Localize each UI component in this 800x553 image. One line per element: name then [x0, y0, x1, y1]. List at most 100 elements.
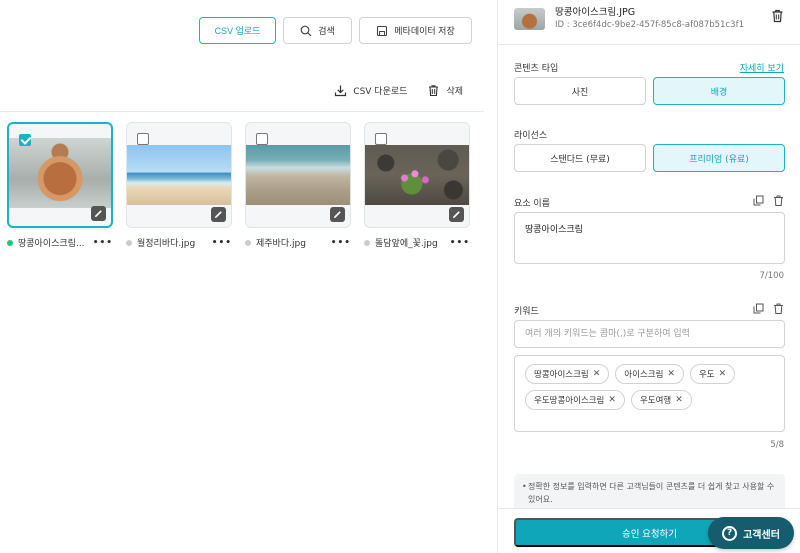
keyword-tag[interactable]: 땅콩아이스크림 ✕: [525, 364, 610, 384]
license-standard[interactable]: 스탠다드 (무료): [514, 144, 646, 172]
search-icon: [300, 25, 312, 36]
file-grid: 땅콩아이스크림... ••• 월정리바다.jpg ••• 제주바다.jpg ••…: [7, 122, 470, 249]
keyword-tag-label: 우도여행: [639, 396, 672, 406]
more-menu-button[interactable]: •••: [450, 238, 470, 248]
remove-tag-icon[interactable]: ✕: [719, 369, 727, 379]
remove-tag-icon[interactable]: ✕: [608, 395, 616, 405]
license-selector: 스탠다드 (무료) 프리미엄 (유료): [514, 144, 785, 172]
thumbnail-image: [365, 145, 469, 205]
search-button[interactable]: 검색: [283, 17, 352, 44]
pencil-icon: [215, 211, 222, 218]
edit-button[interactable]: [211, 207, 226, 222]
file-checkbox[interactable]: [137, 133, 149, 145]
more-menu-button[interactable]: •••: [93, 238, 113, 248]
content-type-photo[interactable]: 사진: [514, 77, 646, 105]
keyword-tag-label: 아이스크림: [624, 370, 664, 380]
keyword-label: 키워드: [514, 307, 539, 317]
pencil-icon: [95, 210, 102, 217]
file-meta: 월정리바다.jpg •••: [126, 236, 232, 249]
trash-icon[interactable]: [771, 9, 784, 23]
file-thumbnail[interactable]: [126, 122, 232, 228]
help-center-label: 고객센터: [743, 529, 780, 541]
status-dot: [126, 239, 132, 246]
keyword-tag[interactable]: 아이스크림 ✕: [615, 364, 684, 384]
status-dot: [7, 239, 13, 246]
file-header: 땅콩아이스크림.JPG ID : 3ce6f4dc-9be2-457f-85c8…: [514, 4, 784, 34]
pencil-icon: [334, 211, 341, 218]
csv-download-label: CSV 다운로드: [353, 87, 408, 97]
remove-tag-icon[interactable]: ✕: [593, 369, 601, 379]
element-name-field[interactable]: 땅콩아이스크림: [514, 212, 785, 264]
file-checkbox[interactable]: [256, 133, 268, 145]
thumbnail-image: [127, 145, 231, 205]
file-card[interactable]: 제주바다.jpg •••: [245, 122, 351, 249]
keyword-tag[interactable]: 우도 ✕: [689, 364, 736, 384]
file-checkbox[interactable]: [375, 133, 387, 145]
copy-icon[interactable]: [753, 303, 764, 314]
edit-button[interactable]: [330, 207, 345, 222]
detail-file-id: ID : 3ce6f4dc-9be2-457f-85c8-af087b51c3f…: [555, 20, 744, 30]
keyword-input[interactable]: [514, 320, 785, 348]
delete-selected-button[interactable]: 삭제: [427, 84, 463, 97]
content-type-selector: 사진 배경: [514, 77, 785, 105]
file-name: 월정리바다.jpg: [137, 239, 196, 249]
file-checkbox[interactable]: [19, 134, 31, 146]
save-metadata-label: 메타데이터 저장: [394, 26, 455, 36]
csv-upload-label: CSV 업로드: [214, 26, 261, 36]
keyword-tags: 땅콩아이스크림 ✕ 아이스크림 ✕ 우도 ✕ 우도땅콩아이스크림 ✕ 우도여행 ✕: [514, 355, 785, 432]
license-premium[interactable]: 프리미엄 (유료): [653, 144, 785, 172]
file-meta: 제주바다.jpg •••: [245, 236, 351, 249]
more-menu-button[interactable]: •••: [331, 238, 351, 248]
remove-tag-icon[interactable]: ✕: [675, 395, 683, 405]
csv-upload-button[interactable]: CSV 업로드: [199, 17, 276, 44]
more-menu-button[interactable]: •••: [212, 238, 232, 248]
keyword-tag-label: 땅콩아이스크림: [534, 370, 589, 380]
list-divider: [0, 111, 484, 112]
keyword-actions: [753, 303, 784, 314]
file-list-panel: CSV 업로드 검색 메타데이터 저장 CSV 다운로드 삭제 땅콩아이스크림.…: [0, 0, 496, 553]
save-metadata-button[interactable]: 메타데이터 저장: [359, 17, 472, 44]
copy-icon[interactable]: [753, 195, 764, 206]
keyword-tag-label: 우도땅콩아이스크림: [534, 396, 605, 406]
file-meta: 돌담앞에_꽃.jpg •••: [364, 236, 470, 249]
keyword-tag[interactable]: 우도여행 ✕: [630, 390, 692, 410]
detail-file-name: 땅콩아이스크림.JPG: [555, 7, 636, 18]
edit-button[interactable]: [449, 207, 464, 222]
question-icon: ?: [722, 525, 738, 541]
file-name: 땅콩아이스크림...: [18, 239, 85, 249]
detail-thumbnail: [514, 8, 545, 30]
trash-icon[interactable]: [773, 303, 784, 314]
file-card[interactable]: 돌담앞에_꽃.jpg •••: [364, 122, 470, 249]
list-actions: CSV 다운로드 삭제: [334, 84, 463, 97]
thumbnail-image: [9, 138, 111, 208]
content-type-label: 콘텐츠 타입: [514, 64, 559, 74]
status-dot: [245, 239, 251, 246]
detail-link[interactable]: 자세히 보기: [740, 61, 784, 74]
remove-tag-icon[interactable]: ✕: [667, 369, 675, 379]
content-type-background[interactable]: 배경: [653, 77, 785, 105]
keyword-tag[interactable]: 우도땅콩아이스크림 ✕: [525, 390, 625, 410]
file-thumbnail[interactable]: [7, 122, 113, 228]
file-name: 돌담앞에_꽃.jpg: [375, 239, 438, 249]
file-card[interactable]: 땅콩아이스크림... •••: [7, 122, 113, 249]
info-notice: 정확한 정보를 입력하면 다른 고객님들이 콘텐츠를 더 쉽게 찾고 사용할 수…: [514, 474, 785, 512]
file-meta: 땅콩아이스크림... •••: [7, 236, 113, 249]
file-thumbnail[interactable]: [245, 122, 351, 228]
element-name-counter: 7/100: [759, 271, 785, 281]
csv-download-button[interactable]: CSV 다운로드: [334, 84, 407, 97]
element-name-actions: [753, 195, 784, 206]
trash-icon[interactable]: [773, 195, 784, 206]
trash-icon: [429, 85, 439, 97]
file-card[interactable]: 월정리바다.jpg •••: [126, 122, 232, 249]
license-label: 라이선스: [514, 131, 548, 141]
status-dot: [364, 239, 370, 246]
element-name-label: 요소 이름: [514, 199, 550, 209]
edit-button[interactable]: [91, 206, 106, 221]
search-label: 검색: [318, 26, 335, 36]
file-thumbnail[interactable]: [364, 122, 470, 228]
file-name: 제주바다.jpg: [256, 239, 306, 249]
help-center-button[interactable]: ? 고객센터: [708, 517, 794, 549]
header-divider: [498, 44, 800, 45]
top-toolbar: CSV 업로드 검색 메타데이터 저장: [199, 17, 472, 44]
pencil-icon: [453, 211, 460, 218]
